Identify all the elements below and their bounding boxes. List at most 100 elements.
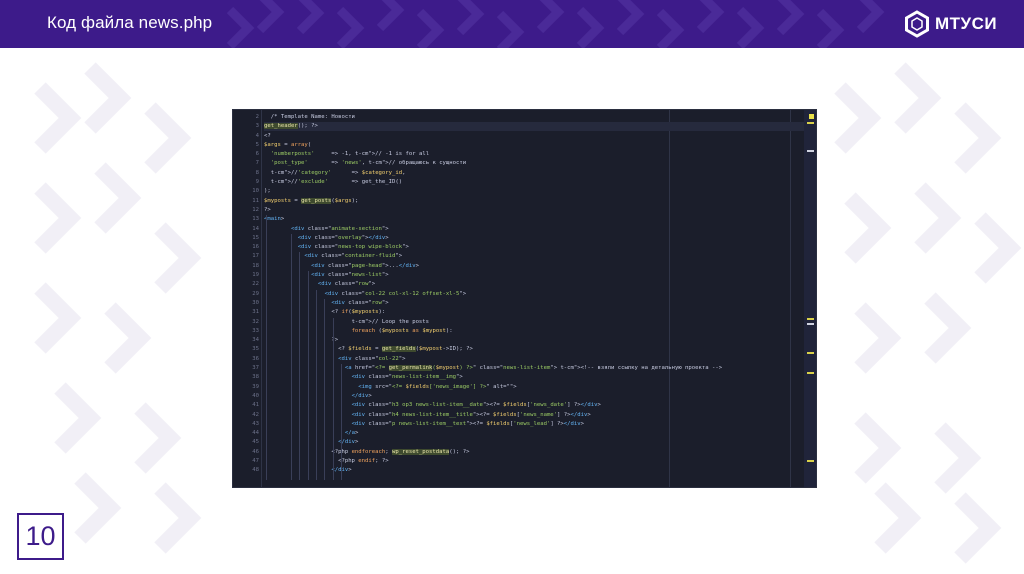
code-line: <div class="row"> — [317, 281, 376, 288]
minimap-marker — [807, 150, 814, 152]
code-line: <div class="h4 news-list-item__title"><?… — [351, 411, 591, 418]
code-line: get_header(); ?> — [264, 123, 318, 130]
line-number: 33 — [252, 327, 259, 334]
logo: МТУСИ — [903, 9, 997, 39]
line-number: 31 — [252, 309, 259, 316]
line-number: 11 — [252, 197, 259, 204]
code-line: <div class="page-head">...</div> — [311, 262, 419, 269]
logo-text: МТУСИ — [935, 14, 998, 33]
indent-guide — [341, 364, 342, 480]
line-number: 19 — [252, 272, 259, 279]
code-line: <div class="col-22"> — [338, 355, 406, 362]
slide-title: Код файла news.php — [47, 13, 213, 32]
line-number: 47 — [252, 457, 259, 464]
code-line: <a href="<?= get_permalink($mypost) ?>" … — [344, 365, 723, 372]
line-number: 2 — [255, 114, 259, 120]
line-number: 13 — [252, 216, 259, 223]
line-number: 14 — [252, 225, 259, 232]
line-number: 10 — [252, 188, 259, 195]
code-line: <div class="overlay"></div> — [297, 234, 389, 241]
code-line: <div class="p news-list-item__text"><?= … — [351, 420, 585, 427]
code-line: <div class="news-list"> — [311, 272, 389, 279]
line-number: 39 — [252, 383, 259, 390]
code-lines: /* Template Name: Новости get_header(); ?… — [264, 113, 802, 476]
line-number: 48 — [252, 467, 259, 474]
line-number: 32 — [252, 318, 259, 325]
minimap-marker — [807, 372, 814, 374]
line-number: 37 — [252, 365, 259, 372]
code-line: ?> — [264, 206, 271, 213]
code-line: </a> — [344, 430, 359, 437]
indent-guide — [266, 215, 267, 480]
line-number: 9 — [255, 179, 259, 186]
code-line: <div class="news-list-item__img"> — [351, 374, 463, 381]
code-line: <? if($myposts): — [264, 309, 386, 316]
minimap-marker — [807, 323, 814, 325]
line-number: 35 — [252, 346, 259, 353]
line-number: 5 — [255, 141, 259, 148]
minimap-marker — [809, 114, 814, 119]
line-number: 18 — [252, 262, 259, 269]
code-line: foreach ($myposts as $mypost): — [351, 327, 453, 334]
line-number: 7 — [255, 160, 259, 167]
line-number: 36 — [252, 355, 259, 362]
code-line: <div class="container-fluid"> — [304, 253, 403, 260]
code-line: t-cm">//'exclude' => get_the_ID() — [270, 179, 403, 186]
indent-guide — [333, 318, 334, 480]
code-line: t-cm">//'category' => $category_id, — [270, 169, 406, 176]
indent-guide — [299, 252, 300, 480]
minimap-marker — [807, 318, 814, 320]
indent-guide — [316, 290, 317, 480]
line-number: 46 — [252, 448, 259, 455]
line-number: 41 — [252, 402, 259, 409]
header-band: Код файла news.php МТУСИ — [0, 0, 1024, 48]
code-line: <div class="animate-section"> — [290, 225, 389, 232]
code-line: </div> — [338, 439, 359, 446]
line-number: 42 — [252, 411, 259, 418]
code-line: </div> — [351, 392, 372, 399]
code-line: <?php endif; ?> — [264, 457, 389, 464]
code-line: <div class="h3 op3 news-list-item__date"… — [351, 402, 601, 409]
line-number: 4 — [255, 132, 259, 139]
code-screenshot: 2 3 4 5 6 7 8 9 10 11 12 13 14 15 16 17 18 19 22 29 30 31 32 33… — [232, 109, 817, 488]
line-number: 8 — [255, 169, 259, 176]
gutter-divider — [261, 110, 262, 487]
code-line: $args = array( — [264, 141, 312, 148]
code-line: <img src="<?= $fields['news_image'] ?>" … — [358, 383, 517, 390]
code-line: 'numberposts' => -1, t-cm">// -1 is for … — [270, 151, 430, 158]
page-number: 10 — [17, 513, 64, 560]
code-line: <div class="col-22 col-xl-12 offset-xl-5… — [324, 290, 467, 297]
line-number: 44 — [252, 430, 259, 437]
line-number: 45 — [252, 439, 259, 446]
line-number: 3 — [255, 123, 259, 130]
minimap[interactable] — [804, 110, 816, 487]
code-line: /* Template Name: Новости — [264, 114, 355, 120]
code-line: <? $fields = get_fields($mypost->ID); ?> — [264, 346, 473, 353]
code-line: </div> — [331, 467, 352, 474]
hexagon-ring-icon — [905, 10, 929, 38]
line-number: 6 — [255, 151, 259, 158]
code-line: ); — [264, 188, 271, 195]
line-number: 12 — [252, 206, 259, 213]
line-number: 34 — [252, 337, 259, 344]
code-line: <? — [264, 132, 271, 139]
code-line: <div class="row"> — [331, 299, 389, 306]
line-number: 43 — [252, 420, 259, 427]
code-line: t-cm">// Loop the posts — [351, 318, 430, 325]
code-line: <div class="news-top wipe-block"> — [297, 244, 409, 251]
line-number: 15 — [252, 234, 259, 241]
line-number: 17 — [252, 253, 259, 260]
indent-guide — [308, 271, 309, 480]
line-number: 22 — [252, 281, 259, 288]
indent-guide — [291, 234, 292, 480]
code-line: 'post_type' => 'news', t-cm">// обращаюс… — [270, 160, 467, 167]
line-number: 40 — [252, 392, 259, 399]
code-line: <?php endforeach; wp_reset_postdata(); ?… — [331, 448, 470, 455]
minimap-marker — [807, 460, 814, 462]
line-number: 16 — [252, 244, 259, 251]
minimap-marker — [807, 352, 814, 354]
code-line: <main> — [264, 216, 285, 223]
line-number: 29 — [252, 290, 259, 297]
code-line: $myposts = get_posts($args); — [264, 197, 359, 204]
line-number-gutter: 2 3 4 5 6 7 8 9 10 11 12 13 14 15 16 17 18 19 22 29 30 31 32 33… — [233, 113, 259, 476]
